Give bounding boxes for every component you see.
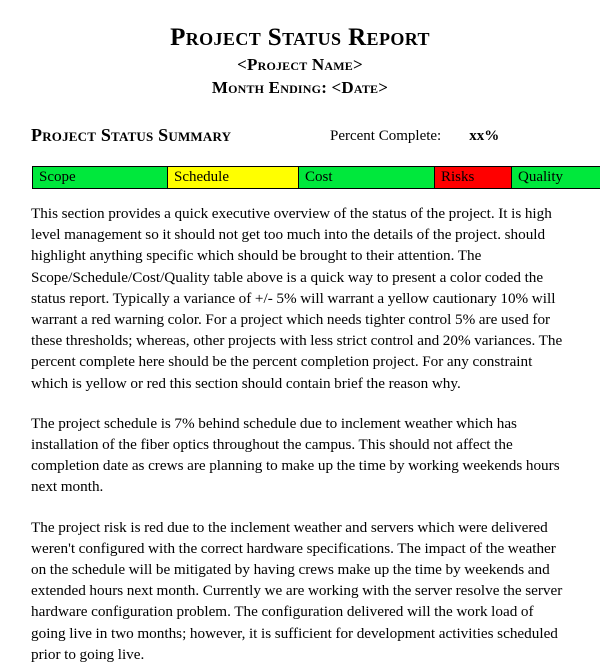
title-block: Project Status Report <Project Name> Mon… [0,0,600,99]
status-cell-risks[interactable]: Risks [435,167,512,189]
page-title: Project Status Report [0,24,600,52]
status-cell-label: Scope [39,169,76,185]
paragraph-schedule: The project schedule is 7% behind schedu… [31,413,570,498]
percent-complete-value: xx% [469,128,499,145]
status-cell-quality[interactable]: Quality [512,167,600,189]
status-cell-label: Cost [305,169,333,185]
status-cell-label: Quality [518,169,563,185]
project-name-placeholder: <Project Name> [0,54,600,75]
section-heading-status-summary: Project Status Summary [31,125,231,146]
status-indicator-table: Scope Schedule Cost Risks Quality [32,166,600,189]
body-copy: This section provides a quick executive … [31,203,570,665]
summary-heading-row: Project Status Summary Percent Complete:… [0,125,600,151]
paragraph-risk: The project risk is red due to the incle… [31,517,570,665]
month-ending-placeholder: Month Ending: <Date> [0,77,600,98]
document-page: Project Status Report <Project Name> Mon… [0,0,600,650]
percent-complete-group: Percent Complete: xx% [330,128,499,145]
status-cell-cost[interactable]: Cost [299,167,435,189]
paragraph-overview: This section provides a quick executive … [31,203,570,394]
status-cell-scope[interactable]: Scope [33,167,168,189]
status-cell-label: Schedule [174,169,229,185]
table-row: Scope Schedule Cost Risks Quality [33,167,600,189]
status-cell-schedule[interactable]: Schedule [168,167,299,189]
status-cell-label: Risks [441,169,474,185]
percent-complete-label: Percent Complete: [330,128,441,145]
